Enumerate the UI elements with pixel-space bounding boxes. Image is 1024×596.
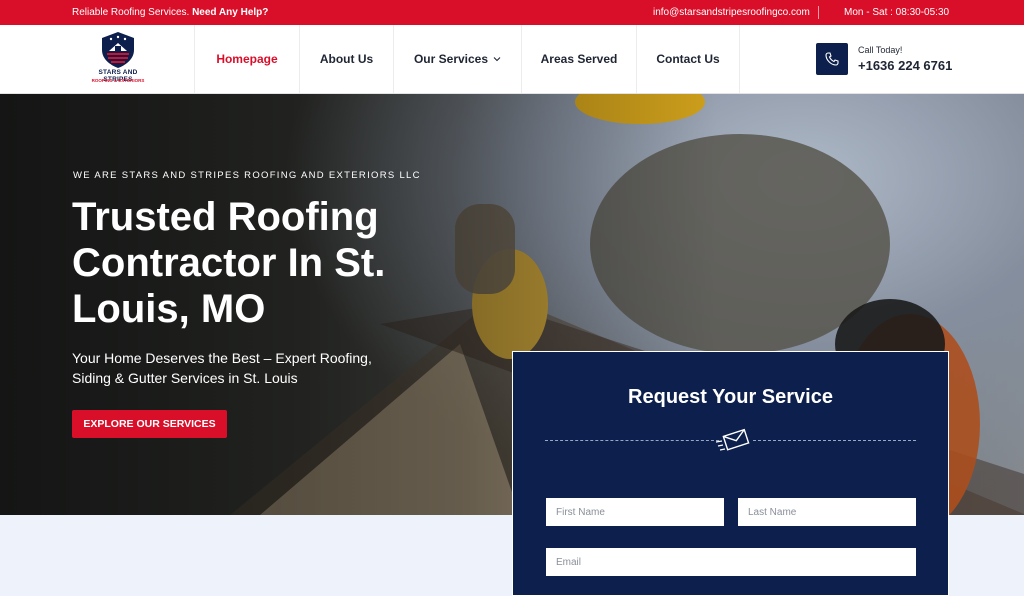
explore-services-button[interactable]: EXPLORE OUR SERVICES: [72, 410, 227, 438]
chevron-down-icon: [493, 57, 501, 62]
hero-kicker: WE ARE STARS AND STRIPES ROOFING AND EXT…: [73, 170, 421, 181]
phone-icon: [825, 52, 839, 66]
site-logo[interactable]: STARS AND STRIPES ROOFING & EXTERIORS: [84, 31, 152, 89]
phone-icon-box: [816, 43, 848, 75]
hero-subtitle: Your Home Deserves the Best – Expert Roo…: [72, 350, 372, 386]
nav-item-about-us[interactable]: About Us: [299, 25, 393, 93]
topbar-divider: [818, 6, 819, 19]
main-nav: Homepage About Us Our Services Areas Ser…: [194, 25, 740, 93]
request-service-form: Request Your Service First Name Last Nam…: [512, 351, 949, 596]
last-name-placeholder: Last Name: [748, 506, 797, 518]
nav-item-contact-us[interactable]: Contact Us: [636, 25, 740, 93]
site-header: STARS AND STRIPES ROOFING & EXTERIORS Ho…: [0, 25, 1024, 94]
nav-item-areas-served[interactable]: Areas Served: [521, 25, 636, 93]
topbar-help-link[interactable]: Need Any Help?: [192, 7, 268, 18]
form-divider-left: [545, 440, 719, 441]
email-field[interactable]: Email: [546, 548, 916, 576]
first-name-field[interactable]: First Name: [546, 498, 724, 526]
nav-item-homepage[interactable]: Homepage: [194, 25, 299, 93]
call-number[interactable]: +1636 224 6761: [858, 58, 952, 73]
nav-item-our-services[interactable]: Our Services: [393, 25, 521, 93]
nav-label: About Us: [319, 52, 374, 66]
email-placeholder: Email: [556, 556, 582, 568]
form-title: Request Your Service: [628, 386, 833, 408]
call-label: Call Today!: [858, 45, 903, 55]
top-bar: Reliable Roofing Services. Need Any Help…: [0, 0, 1024, 25]
envelope-icon: [715, 428, 750, 451]
topbar-email-link[interactable]: info@starsandstripesroofingco.com: [653, 7, 810, 18]
nav-label: Contact Us: [656, 52, 720, 66]
topbar-tagline: Reliable Roofing Services.: [72, 7, 190, 18]
nav-label: Areas Served: [540, 52, 618, 66]
shield-logo-icon: [102, 32, 134, 68]
logo-line2: ROOFING & EXTERIORS: [91, 78, 145, 83]
first-name-placeholder: First Name: [556, 506, 605, 518]
hero-title: Trusted Roofing Contractor In St. Louis,…: [72, 195, 386, 331]
nav-label: Homepage: [216, 52, 278, 66]
last-name-field[interactable]: Last Name: [738, 498, 916, 526]
form-divider-right: [753, 440, 916, 441]
topbar-hours: Mon - Sat : 08:30-05:30: [844, 7, 950, 18]
topbar-tagline-group: Reliable Roofing Services. Need Any Help…: [72, 7, 268, 18]
nav-label: Our Services: [413, 52, 489, 66]
